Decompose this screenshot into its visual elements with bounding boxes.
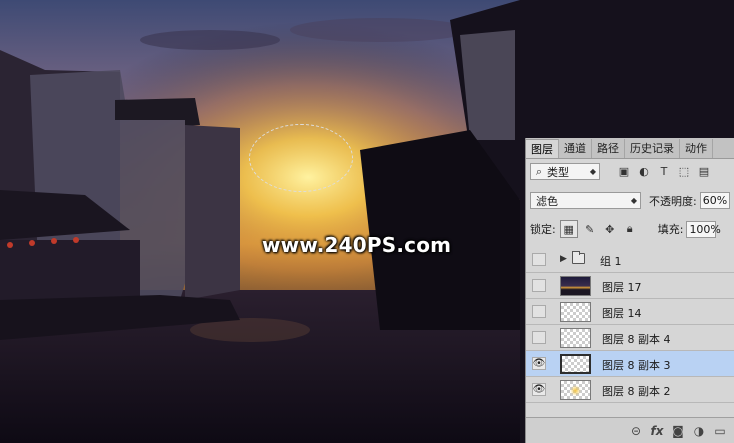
adjustment-filter-icon[interactable]: ◐ bbox=[636, 164, 652, 180]
lock-image-pixels-icon[interactable]: ✎ bbox=[582, 221, 598, 237]
layer-filter-row: ⌕ 类型 ◆ ▣ ◐ T ⬚ ▤ bbox=[530, 163, 734, 180]
layer-row-14[interactable]: 图层 14 bbox=[526, 299, 734, 325]
layer-thumbnail bbox=[560, 380, 591, 400]
tab-actions[interactable]: 动作 bbox=[680, 139, 713, 158]
pixel-filter-icon[interactable]: ▣ bbox=[616, 164, 632, 180]
watermark-text: www.240PS.com bbox=[262, 233, 452, 257]
lock-transparent-pixels-icon[interactable]: ▦ bbox=[559, 220, 578, 238]
layer-thumbnail bbox=[560, 354, 591, 374]
layer-filter-label: 类型 bbox=[547, 165, 569, 179]
layers-panel-footer: ⊝ fx ◙ ◑ ▭ bbox=[526, 417, 734, 443]
visibility-toggle[interactable] bbox=[532, 331, 546, 344]
layers-panel: 图层 通道 路径 历史记录 动作 ⌕ 类型 ◆ ▣ ◐ T ⬚ ▤ 滤色 ◆ 不… bbox=[525, 138, 734, 443]
layer-name: 组 1 bbox=[600, 255, 622, 268]
layer-name: 图层 17 bbox=[602, 281, 642, 294]
visibility-toggle[interactable] bbox=[532, 279, 546, 292]
visibility-eye-icon[interactable]: 👁︎ bbox=[532, 383, 546, 396]
layer-thumbnail bbox=[560, 276, 591, 296]
layer-row-group-1[interactable]: ▶ 组 1 bbox=[526, 247, 734, 273]
layer-name: 图层 8 副本 3 bbox=[602, 359, 671, 372]
tab-paths[interactable]: 路径 bbox=[592, 139, 625, 158]
lock-fill-row: 锁定: ▦ ✎ ✥ 🔒︎ 填充: 100% bbox=[530, 220, 734, 238]
opacity-label: 不透明度: bbox=[649, 194, 697, 208]
blend-opacity-row: 滤色 ◆ 不透明度: 60% bbox=[530, 192, 734, 209]
layer-row-8-copy-4[interactable]: 图层 8 副本 4 bbox=[526, 325, 734, 351]
layer-filter-select[interactable]: ⌕ 类型 ◆ bbox=[530, 163, 600, 180]
layer-name: 图层 14 bbox=[602, 307, 642, 320]
panel-tab-bar: 图层 通道 路径 历史记录 动作 bbox=[526, 138, 734, 159]
visibility-toggle[interactable] bbox=[532, 253, 546, 266]
folder-icon[interactable]: ▭ bbox=[713, 424, 727, 438]
adjustment-icon[interactable]: ◑ bbox=[692, 424, 706, 438]
fill-label: 填充: bbox=[657, 223, 684, 236]
tab-layers[interactable]: 图层 bbox=[526, 139, 559, 158]
blend-mode-value: 滤色 bbox=[536, 194, 558, 208]
chevron-updown-icon: ◆ bbox=[589, 167, 596, 176]
lock-position-icon[interactable]: ✥ bbox=[602, 221, 618, 237]
search-icon: ⌕ bbox=[535, 164, 543, 178]
layer-row-8-copy-3[interactable]: 👁︎ 图层 8 副本 3 bbox=[526, 351, 734, 377]
visibility-eye-icon[interactable]: 👁︎ bbox=[532, 357, 546, 370]
layer-name: 图层 8 副本 2 bbox=[602, 385, 671, 398]
layer-row-8-copy-2[interactable]: 👁︎ 图层 8 副本 2 bbox=[526, 377, 734, 403]
expand-arrow-icon[interactable]: ▶ bbox=[560, 254, 567, 264]
elliptical-selection-marquee[interactable] bbox=[249, 124, 353, 192]
layer-row-17[interactable]: 图层 17 bbox=[526, 273, 734, 299]
smart-object-filter-icon[interactable]: ▤ bbox=[696, 164, 712, 180]
tab-history[interactable]: 历史记录 bbox=[625, 139, 680, 158]
fill-input[interactable]: 100% bbox=[686, 220, 721, 238]
chevron-updown-icon: ◆ bbox=[630, 196, 637, 205]
visibility-toggle[interactable] bbox=[532, 305, 546, 318]
fx-icon[interactable]: fx bbox=[650, 424, 664, 438]
blend-mode-select[interactable]: 滤色 ◆ bbox=[530, 192, 641, 209]
layer-thumbnail bbox=[560, 328, 591, 348]
lock-label: 锁定: bbox=[530, 223, 556, 236]
opacity-input[interactable]: 60% bbox=[699, 192, 730, 209]
folder-icon bbox=[572, 251, 585, 264]
layer-name: 图层 8 副本 4 bbox=[602, 333, 671, 346]
layer-thumbnail bbox=[560, 302, 591, 322]
link-icon[interactable]: ⊝ bbox=[629, 424, 643, 438]
tab-channels[interactable]: 通道 bbox=[559, 139, 592, 158]
type-filter-icon[interactable]: T bbox=[656, 164, 672, 180]
lock-all-icon[interactable]: 🔒︎ bbox=[622, 221, 638, 237]
layers-list: ▶ 组 1 图层 17 图层 14 图层 8 副本 4 👁︎ 图层 8 副本 3… bbox=[526, 247, 734, 403]
shape-filter-icon[interactable]: ⬚ bbox=[676, 164, 692, 180]
mask-icon[interactable]: ◙ bbox=[671, 424, 685, 438]
